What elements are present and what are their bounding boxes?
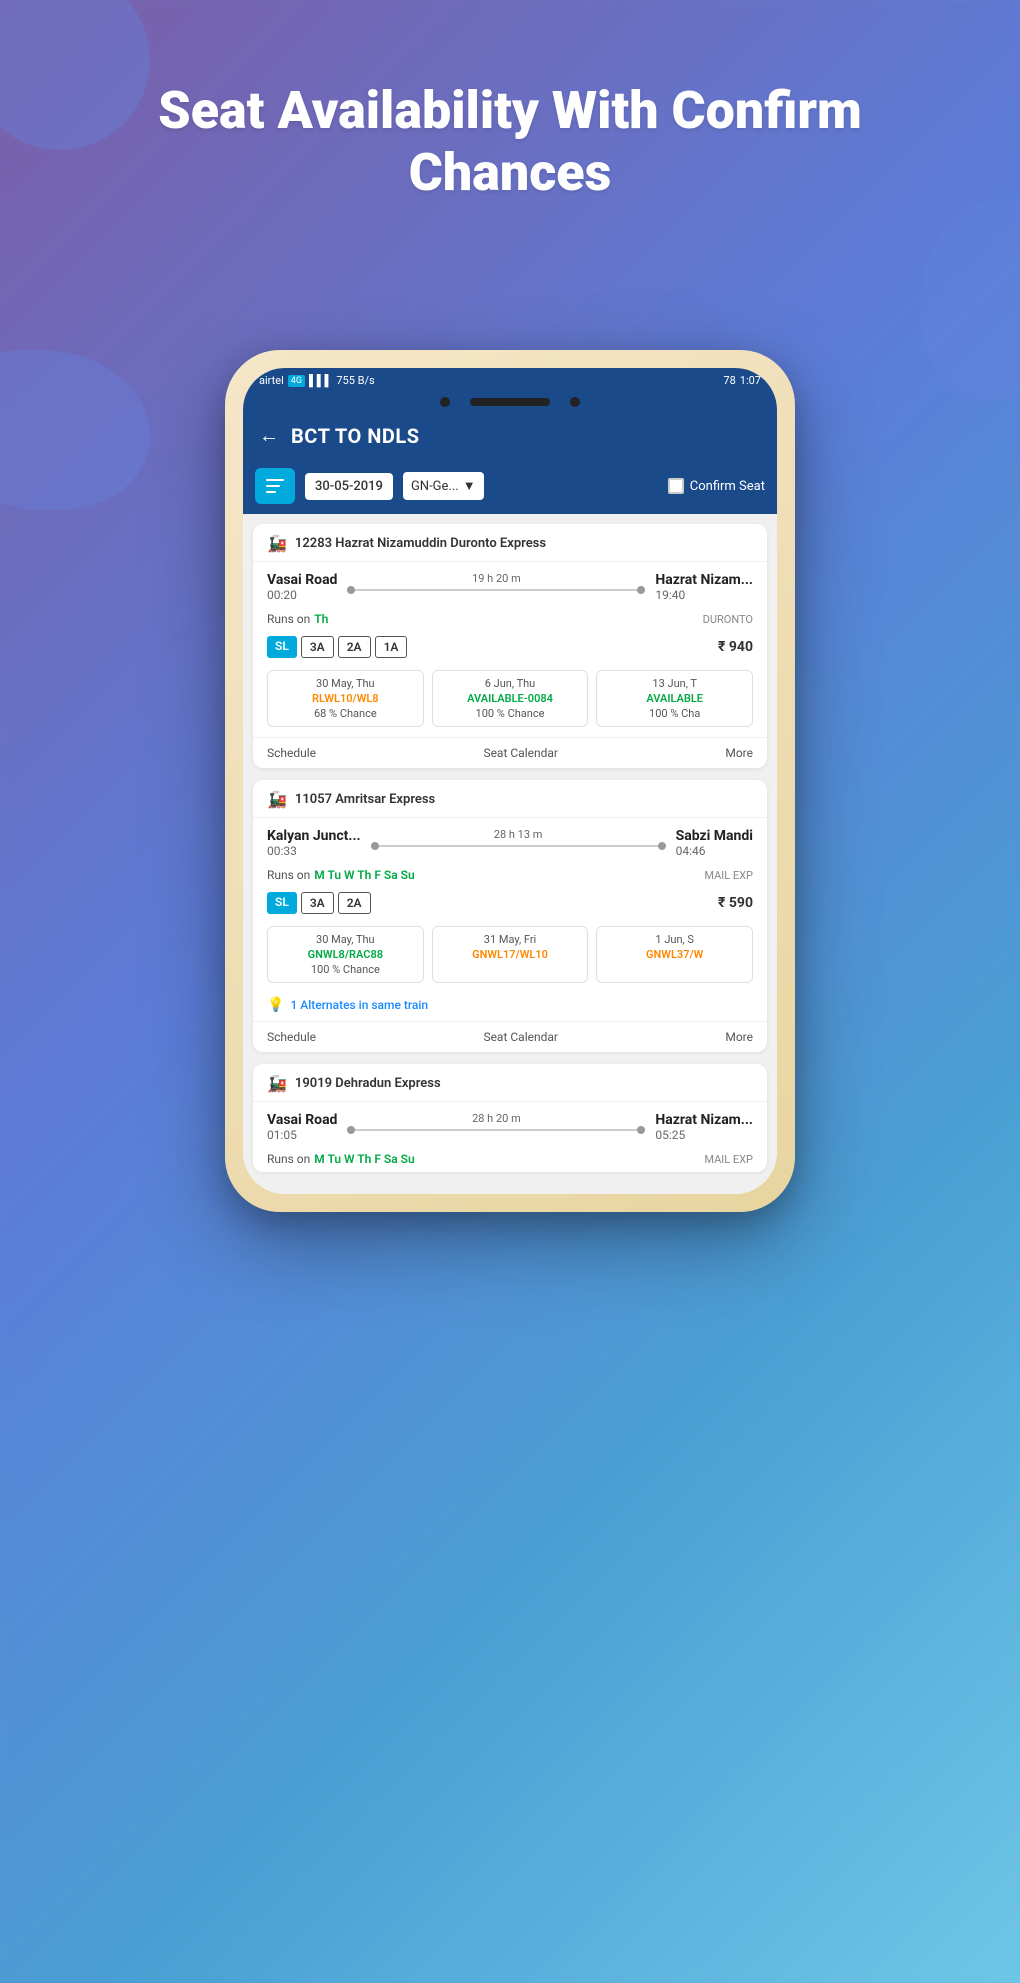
train-meta-3: Runs on M Tu W Th F Sa Su MAIL EXP xyxy=(253,1148,767,1172)
alternates-banner: 💡 1 Alternates in same train xyxy=(253,993,767,1021)
badge-2a-1[interactable]: 2A xyxy=(338,636,371,658)
runs-on-3: Runs on M Tu W Th F Sa Su xyxy=(267,1152,415,1166)
camera-dot-left xyxy=(440,397,450,407)
from-station-3: Vasai Road 01:05 xyxy=(267,1112,337,1142)
avail-cell-2-2[interactable]: 31 May, Fri GNWL17/WL10 xyxy=(432,926,589,983)
train-route-2: Kalyan Junct... 00:33 28 h 13 m Sabzi Ma… xyxy=(253,818,767,864)
route-line-3 xyxy=(347,1129,645,1131)
route-line-2 xyxy=(371,845,666,847)
avail-cell-2-1[interactable]: 30 May, Thu GNWL8/RAC88 100 % Chance xyxy=(267,926,424,983)
badge-sl-2[interactable]: SL xyxy=(267,892,297,914)
trains-list: 🚂 12283 Hazrat Nizamuddin Duronto Expres… xyxy=(243,514,777,1194)
confirm-seat-area: Confirm Seat xyxy=(668,478,765,494)
train-meta-1: Runs on Th DURONTO xyxy=(253,608,767,632)
signal-icon: ▌▌▌ xyxy=(309,374,332,387)
badge-3a-2[interactable]: 3A xyxy=(301,892,334,914)
route-middle-3: 28 h 20 m xyxy=(337,1112,655,1131)
train-route-1: Vasai Road 00:20 19 h 20 m Hazrat Nizam.… xyxy=(253,562,767,608)
badge-sl-1[interactable]: SL xyxy=(267,636,297,658)
schedule-link-2[interactable]: Schedule xyxy=(267,1030,316,1044)
from-station-2: Kalyan Junct... 00:33 xyxy=(267,828,361,858)
train-icon-1: 🚂 xyxy=(267,534,287,553)
filter-icon xyxy=(266,479,284,493)
runs-on-1: Runs on Th xyxy=(267,612,328,626)
card-footer-1: Schedule Seat Calendar More xyxy=(253,737,767,768)
avail-cell-1-1[interactable]: 30 May, Thu RLWL10/WL8 68 % Chance xyxy=(267,670,424,727)
from-station-1: Vasai Road 00:20 xyxy=(267,572,337,602)
filter-bar: 30-05-2019 GN-Ge... ▼ Confirm Seat xyxy=(243,460,777,514)
battery-label: 78 xyxy=(723,374,735,387)
app-header: ← BCT TO NDLS xyxy=(243,411,777,460)
alternates-text[interactable]: 1 Alternates in same train xyxy=(290,998,428,1012)
seat-calendar-link-1[interactable]: Seat Calendar xyxy=(483,746,558,760)
badge-2a-2[interactable]: 2A xyxy=(338,892,371,914)
runs-on-2: Runs on M Tu W Th F Sa Su xyxy=(267,868,415,882)
badge-3a-1[interactable]: 3A xyxy=(301,636,334,658)
filter-button[interactable] xyxy=(255,468,295,504)
train-price-2: ₹ 590 xyxy=(718,895,753,911)
notch-area xyxy=(243,393,777,411)
route-middle-1: 19 h 20 m xyxy=(337,572,655,591)
speed-label: 755 B/s xyxy=(336,374,374,387)
train-route-3: Vasai Road 01:05 28 h 20 m Hazrat Nizam.… xyxy=(253,1102,767,1148)
train-name-2: 11057 Amritsar Express xyxy=(295,792,435,807)
train-name-3: 19019 Dehradun Express xyxy=(295,1076,441,1091)
schedule-link-1[interactable]: Schedule xyxy=(267,746,316,760)
page-title: Seat Availability With Confirm Chances xyxy=(0,0,1020,245)
route-middle-2: 28 h 13 m xyxy=(361,828,676,847)
card-footer-2: Schedule Seat Calendar More xyxy=(253,1021,767,1052)
class-badges-2: SL 3A 2A ₹ 590 xyxy=(253,888,767,922)
phone-mockup: airtel 4G ▌▌▌ 755 B/s 78 1:07 xyxy=(225,350,795,1212)
to-station-1: Hazrat Nizam... 19:40 xyxy=(655,572,753,602)
date-display[interactable]: 30-05-2019 xyxy=(305,473,393,500)
carrier-label: airtel xyxy=(259,374,284,387)
train-card-3: 🚂 19019 Dehradun Express Vasai Road 01:0… xyxy=(253,1064,767,1172)
train-meta-2: Runs on M Tu W Th F Sa Su MAIL EXP xyxy=(253,864,767,888)
more-link-2[interactable]: More xyxy=(725,1030,753,1044)
availability-grid-1: 30 May, Thu RLWL10/WL8 68 % Chance 6 Jun… xyxy=(253,666,767,737)
train-icon-3: 🚂 xyxy=(267,1074,287,1093)
confirm-seat-checkbox[interactable] xyxy=(668,478,684,494)
app-title: BCT TO NDLS xyxy=(291,424,420,448)
avail-cell-1-3[interactable]: 13 Jun, T AVAILABLE 100 % Cha xyxy=(596,670,753,727)
train-card-2: 🚂 11057 Amritsar Express Kalyan Junct...… xyxy=(253,780,767,1052)
to-station-3: Hazrat Nizam... 05:25 xyxy=(655,1112,753,1142)
train-header-2: 🚂 11057 Amritsar Express xyxy=(253,780,767,818)
decorative-blob-3 xyxy=(0,350,150,510)
train-header-3: 🚂 19019 Dehradun Express xyxy=(253,1064,767,1102)
train-price-1: ₹ 940 xyxy=(718,639,753,655)
availability-grid-2: 30 May, Thu GNWL8/RAC88 100 % Chance 31 … xyxy=(253,922,767,993)
train-name-1: 12283 Hazrat Nizamuddin Duronto Express xyxy=(295,536,546,551)
train-header-1: 🚂 12283 Hazrat Nizamuddin Duronto Expres… xyxy=(253,524,767,562)
class-dropdown[interactable]: GN-Ge... ▼ xyxy=(403,472,484,500)
to-station-2: Sabzi Mandi 04:46 xyxy=(676,828,753,858)
status-bar: airtel 4G ▌▌▌ 755 B/s 78 1:07 xyxy=(243,368,777,393)
confirm-seat-label: Confirm Seat xyxy=(690,479,765,494)
train-icon-2: 🚂 xyxy=(267,790,287,809)
avail-cell-1-2[interactable]: 6 Jun, Thu AVAILABLE-0084 100 % Chance xyxy=(432,670,589,727)
time-label: 1:07 xyxy=(740,374,761,387)
sensor-dot-right xyxy=(570,397,580,407)
avail-cell-2-3[interactable]: 1 Jun, S GNWL37/W xyxy=(596,926,753,983)
chevron-down-icon: ▼ xyxy=(463,478,476,494)
route-line-1 xyxy=(347,589,645,591)
speaker-bar xyxy=(470,398,550,406)
badge-1a-1[interactable]: 1A xyxy=(375,636,408,658)
train-card-1: 🚂 12283 Hazrat Nizamuddin Duronto Expres… xyxy=(253,524,767,768)
more-link-1[interactable]: More xyxy=(725,746,753,760)
class-badges-1: SL 3A 2A 1A ₹ 940 xyxy=(253,632,767,666)
seat-calendar-link-2[interactable]: Seat Calendar xyxy=(483,1030,558,1044)
back-button[interactable]: ← xyxy=(259,423,279,448)
bulb-icon: 💡 xyxy=(267,997,284,1013)
network-label: 4G xyxy=(288,375,305,387)
